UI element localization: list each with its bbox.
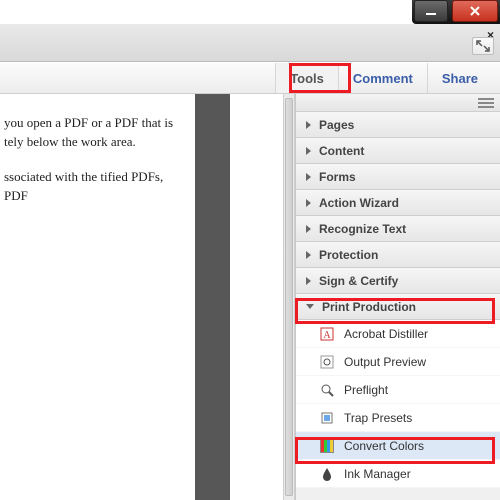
doc-paragraph: ssociated with the tified PDFs, PDF	[4, 168, 185, 206]
close-button[interactable]	[452, 0, 498, 22]
section-action-wizard[interactable]: Action Wizard	[296, 190, 500, 216]
tab-label: Tools	[290, 71, 324, 86]
panel-menu-icon[interactable]	[478, 97, 494, 109]
section-protection[interactable]: Protection	[296, 242, 500, 268]
ink-manager-icon	[318, 465, 336, 483]
item-label: Ink Manager	[344, 467, 411, 481]
item-label: Preflight	[344, 383, 388, 397]
section-label: Action Wizard	[319, 196, 399, 210]
chevron-right-icon	[306, 199, 311, 207]
item-acrobat-distiller[interactable]: A Acrobat Distiller	[296, 320, 500, 348]
chevron-right-icon	[306, 173, 311, 181]
tab-label: Share	[442, 71, 478, 86]
item-label: Convert Colors	[344, 439, 424, 453]
minimize-button[interactable]	[414, 0, 448, 22]
expand-arrows-button[interactable]	[472, 37, 494, 55]
chevron-right-icon	[306, 251, 311, 259]
section-label: Forms	[319, 170, 356, 184]
scrollbar-track[interactable]	[283, 94, 295, 500]
section-label: Protection	[319, 248, 378, 262]
panel-header	[296, 94, 500, 112]
item-trap-presets[interactable]: Trap Presets	[296, 404, 500, 432]
chevron-right-icon	[306, 277, 311, 285]
chevron-right-icon	[306, 147, 311, 155]
section-label: Pages	[319, 118, 354, 132]
expand-arrows-icon	[476, 40, 490, 52]
section-content[interactable]: Content	[296, 138, 500, 164]
section-label: Sign & Certify	[319, 274, 398, 288]
section-label: Print Production	[322, 300, 416, 314]
section-pages[interactable]: Pages	[296, 112, 500, 138]
window-controls	[412, 0, 500, 24]
tab-tools[interactable]: Tools	[275, 63, 338, 93]
section-print-production[interactable]: Print Production	[296, 294, 500, 320]
chevron-right-icon	[306, 225, 311, 233]
document-area: you open a PDF or a PDF that is tely bel…	[0, 94, 230, 500]
item-ink-manager[interactable]: Ink Manager	[296, 460, 500, 488]
preflight-icon	[318, 381, 336, 399]
item-label: Trap Presets	[344, 411, 412, 425]
svg-text:A: A	[323, 330, 331, 341]
trap-presets-icon	[318, 409, 336, 427]
section-label: Recognize Text	[319, 222, 406, 236]
item-label: Acrobat Distiller	[344, 327, 428, 341]
section-recognize-text[interactable]: Recognize Text	[296, 216, 500, 242]
distiller-icon: A	[318, 325, 336, 343]
toolbar-strip: ×	[0, 24, 500, 62]
tabs-row: Tools Comment Share	[0, 62, 500, 94]
chevron-down-icon	[306, 304, 314, 309]
doc-paragraph: you open a PDF or a PDF that is tely bel…	[4, 114, 185, 152]
tab-label: Comment	[353, 71, 413, 86]
convert-colors-icon	[318, 437, 336, 455]
item-label: Output Preview	[344, 355, 426, 369]
item-preflight[interactable]: Preflight	[296, 376, 500, 404]
item-output-preview[interactable]: Output Preview	[296, 348, 500, 376]
print-production-items: A Acrobat Distiller Output Preview Prefl…	[296, 320, 500, 488]
tab-comment[interactable]: Comment	[338, 63, 427, 93]
item-convert-colors[interactable]: Convert Colors	[296, 432, 500, 460]
output-preview-icon	[318, 353, 336, 371]
chevron-right-icon	[306, 121, 311, 129]
tab-share[interactable]: Share	[427, 63, 492, 93]
section-sign-certify[interactable]: Sign & Certify	[296, 268, 500, 294]
section-label: Content	[319, 144, 364, 158]
section-forms[interactable]: Forms	[296, 164, 500, 190]
scrollbar-thumb[interactable]	[285, 98, 293, 496]
tools-panel: Pages Content Forms Action Wizard Recogn…	[295, 94, 500, 500]
document-page: you open a PDF or a PDF that is tely bel…	[0, 94, 195, 500]
